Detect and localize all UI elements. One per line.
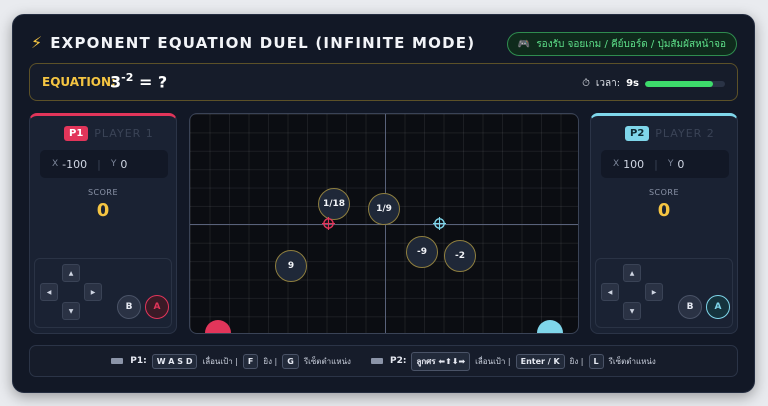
- player-1-crosshair-icon: [322, 217, 335, 230]
- player-1-name: PLAYER 1: [94, 127, 154, 140]
- player-1-touch-controls: ▲ ◀ ▶ ▼ B A: [34, 258, 172, 328]
- player-2-name: PLAYER 2: [655, 127, 715, 140]
- a-button[interactable]: A: [145, 295, 169, 319]
- timer: ⏱ เวลา: 9s: [582, 76, 725, 91]
- timer-label: เวลา:: [595, 78, 621, 89]
- game-window: ⚡ EXPONENT EQUATION DUEL (INFINITE MODE)…: [12, 14, 755, 393]
- move-text: เลื่อนเป้า |: [202, 356, 238, 366]
- stopwatch-icon: ⏱: [582, 78, 590, 89]
- player-2-score: 0: [657, 200, 671, 221]
- player-2-crosshair-icon: [433, 217, 446, 230]
- p1-move-key: W A S D: [151, 353, 198, 369]
- player-1-x-value: -100: [62, 157, 88, 171]
- p2-reset-key: L: [588, 353, 604, 369]
- p1-reset-key: G: [282, 353, 299, 369]
- player-2-y-value: 0: [677, 157, 685, 171]
- y-label: Y: [667, 159, 674, 169]
- timer-bar-fill: [645, 80, 713, 87]
- player-1-tag: P1 PLAYER 1: [64, 126, 154, 141]
- keyboard-icon: [370, 358, 383, 364]
- right-arrow-button[interactable]: ▶: [645, 283, 663, 301]
- a-button[interactable]: A: [706, 295, 730, 319]
- p2-move-key: ลูกศร ⬅⬆⬇➡: [411, 351, 471, 371]
- answer-bubble[interactable]: 1/9: [368, 193, 400, 225]
- answer-bubble[interactable]: -9: [406, 236, 438, 268]
- timer-value: 9s: [626, 78, 639, 89]
- right-arrow-button[interactable]: ▶: [84, 283, 102, 301]
- game-title: EXPONENT EQUATION DUEL (INFINITE MODE): [50, 33, 476, 52]
- answer-bubble[interactable]: 9: [275, 250, 307, 282]
- player-2-score-label: SCORE: [648, 188, 680, 197]
- lightning-bolt-icon: ⚡: [31, 33, 43, 52]
- answer-bubble[interactable]: 1/18: [318, 188, 350, 220]
- fire-text: ยิง |: [263, 356, 278, 366]
- move-text: เลื่อนเป้า |: [475, 356, 511, 366]
- p2-controls-label: P2:: [389, 356, 407, 366]
- timer-bar: [645, 80, 725, 87]
- player-2-x-value: 100: [623, 157, 645, 171]
- up-arrow-button[interactable]: ▲: [623, 264, 641, 282]
- left-arrow-button[interactable]: ◀: [601, 283, 619, 301]
- up-arrow-button[interactable]: ▲: [62, 264, 80, 282]
- gamepad-icon: 🎮: [517, 38, 531, 50]
- answer-bubble[interactable]: -2: [444, 240, 476, 272]
- y-label: Y: [110, 159, 117, 169]
- p1-controls-label: P1:: [130, 356, 147, 366]
- game-arena[interactable]: 1/18 1/9 -9 -2 9: [189, 113, 579, 334]
- left-arrow-button[interactable]: ◀: [40, 283, 58, 301]
- controls-legend: P1: W A S D เลื่อนเป้า | F ยิง | G รีเซ็…: [29, 345, 738, 377]
- coord-separator: |: [654, 157, 658, 171]
- p2-fire-key: Enter / K: [515, 353, 565, 369]
- coord-separator: |: [97, 157, 101, 171]
- equation-text: 3-2 = ?: [110, 71, 167, 91]
- player-1-cannon: [205, 320, 231, 333]
- player-2-coordinates: X 100 | Y 0: [601, 150, 729, 178]
- p1-fire-key: F: [242, 353, 259, 369]
- player-2-cannon: [537, 320, 563, 333]
- player-1-y-value: 0: [120, 157, 128, 171]
- equation-rest: = ?: [133, 72, 168, 92]
- x-label: X: [52, 159, 59, 169]
- equation-label: EQUATION:: [42, 75, 116, 89]
- equation-exponent: -2: [121, 71, 134, 84]
- equation-bar: EQUATION: 3-2 = ? ⏱ เวลา: 9s: [29, 63, 738, 101]
- equation-base: 3: [110, 72, 122, 92]
- input-support-text: รองรับ จอยเกม / คีย์บอร์ด / ปุ่มสัมผัสหน…: [536, 38, 726, 50]
- fire-text: ยิง |: [569, 356, 584, 366]
- player-1-badge: P1: [64, 126, 89, 141]
- player-2-panel: P2 PLAYER 2 X 100 | Y 0 SCORE 0 ▲ ◀ ▶ ▼ …: [590, 113, 738, 334]
- player-1-panel: P1 PLAYER 1 X -100 | Y 0 SCORE 0 ▲ ◀ ▶ ▼…: [29, 113, 177, 334]
- down-arrow-button[interactable]: ▼: [62, 302, 80, 320]
- b-button[interactable]: B: [117, 295, 141, 319]
- player-2-touch-controls: ▲ ◀ ▶ ▼ B A: [595, 258, 733, 328]
- player-2-badge: P2: [625, 126, 650, 141]
- player-2-tag: P2 PLAYER 2: [625, 126, 715, 141]
- header: ⚡ EXPONENT EQUATION DUEL (INFINITE MODE): [31, 33, 475, 52]
- keyboard-icon: [111, 358, 124, 364]
- reset-text: รีเซ็ตตำแหน่ง: [608, 356, 656, 366]
- b-button[interactable]: B: [678, 295, 702, 319]
- player-1-score-label: SCORE: [87, 188, 119, 197]
- player-1-coordinates: X -100 | Y 0: [40, 150, 168, 178]
- reset-text: รีเซ็ตตำแหน่ง: [303, 356, 351, 366]
- down-arrow-button[interactable]: ▼: [623, 302, 641, 320]
- x-label: X: [613, 159, 620, 169]
- input-support-badge: 🎮 รองรับ จอยเกม / คีย์บอร์ด / ปุ่มสัมผัส…: [506, 32, 737, 56]
- player-1-score: 0: [96, 200, 110, 221]
